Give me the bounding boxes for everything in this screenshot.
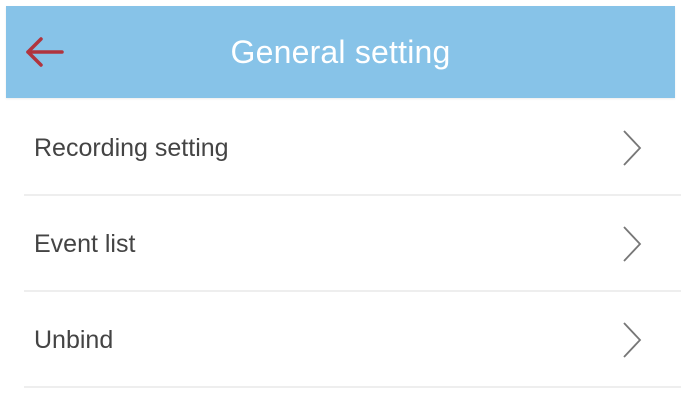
divider: [24, 386, 681, 388]
list-item-unbind[interactable]: Unbind: [0, 292, 681, 388]
header-bar: General setting: [6, 6, 675, 98]
chevron-right-icon: [621, 224, 643, 264]
list-item-event-list[interactable]: Event list: [0, 196, 681, 292]
general-setting-screen: General setting Recording setting Event …: [0, 0, 681, 394]
list-item-label: Recording setting: [34, 134, 229, 162]
chevron-right-icon: [621, 128, 643, 168]
settings-list: Recording setting Event list Unbind: [0, 100, 681, 388]
list-item-label: Unbind: [34, 326, 114, 354]
list-item-recording-setting[interactable]: Recording setting: [0, 100, 681, 196]
chevron-right-icon: [621, 320, 643, 360]
list-item-label: Event list: [34, 230, 136, 258]
page-title: General setting: [230, 34, 451, 70]
